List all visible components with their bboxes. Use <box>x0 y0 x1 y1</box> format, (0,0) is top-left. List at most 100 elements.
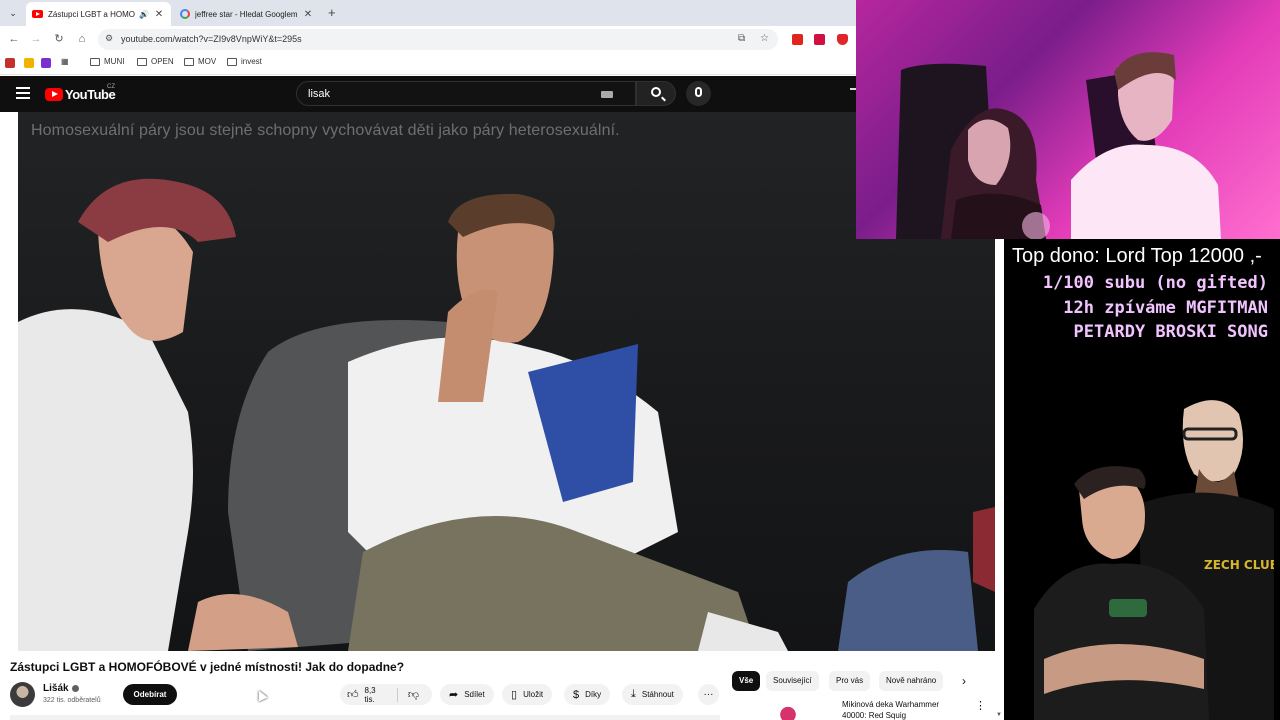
like-dislike-group: 👍︎ 8,3 tis. 👎︎ <box>340 684 432 705</box>
subscriber-count: 322 tis. odběratelů <box>43 697 101 704</box>
like-count: 8,3 tis. <box>364 685 376 704</box>
bookmark-label: MUNI <box>104 57 125 66</box>
bookmark-icon[interactable] <box>24 58 34 68</box>
chip-related[interactable]: Související <box>766 671 819 691</box>
bookmark-icon[interactable] <box>5 58 15 68</box>
country-code: CZ <box>107 84 115 90</box>
menu-icon[interactable] <box>16 87 30 99</box>
close-icon[interactable]: ✕ <box>302 9 314 20</box>
thumbs-up-icon: 👍︎ <box>347 689 359 701</box>
subscribe-button[interactable]: Odebírat <box>123 684 177 705</box>
center-person-legs <box>348 516 758 651</box>
bookmark-star-icon[interactable]: ☆ <box>760 33 769 44</box>
search-icon <box>651 87 661 97</box>
bookmark-label: invest <box>241 57 262 66</box>
bookmark-folder-invest[interactable]: invest <box>227 57 262 66</box>
bald-man-head <box>1182 400 1243 482</box>
more-actions-icon[interactable]: ··· <box>698 684 719 705</box>
bookmark-icon: ▯ <box>511 689 518 701</box>
search-button[interactable] <box>636 81 676 106</box>
tab-title: jeffree star - Hledat Googlem <box>195 9 298 19</box>
thanks-icon: $ <box>573 688 580 701</box>
shirt-logo-text: ZECH CLUB <box>1204 558 1274 572</box>
wine-glass-shape <box>1022 212 1050 239</box>
scroll-down-icon[interactable]: ▼ <box>996 712 1002 718</box>
channel-name-text[interactable]: Lišák <box>43 683 69 694</box>
share-label: Sdílet <box>464 690 485 699</box>
microphone-icon <box>695 87 702 97</box>
share-button[interactable]: ➦ Sdílet <box>440 684 494 705</box>
goal-text: 12h zpíváme MGFITMAN <box>1063 298 1268 318</box>
bookmarks-bar: ▦ MUNI OPEN MOV invest <box>0 53 856 75</box>
description-edge <box>10 715 720 720</box>
install-app-icon[interactable]: ⧉ <box>738 33 745 44</box>
verified-icon <box>71 684 79 692</box>
search-input[interactable]: lisak <box>296 81 636 106</box>
home-icon[interactable]: ⌂ <box>74 31 90 47</box>
site-info-icon[interactable]: ⚙ <box>105 33 113 44</box>
recommendation-thumbnail[interactable] <box>770 702 806 720</box>
chip-for-you[interactable]: Pro vás <box>829 671 871 691</box>
extension-icon[interactable] <box>814 34 825 45</box>
video-frame <box>18 178 995 651</box>
thanks-button[interactable]: $ Díky <box>564 684 611 705</box>
folder-icon <box>184 57 194 66</box>
folder-icon <box>137 57 147 66</box>
speaker-icon[interactable]: 🔊 <box>139 10 149 19</box>
tab-strip: ⌄ Zástupci LGBT a HOMOFÓB 🔊 ✕ jeffree st… <box>0 0 856 26</box>
shirt-badge-shape <box>1109 599 1147 617</box>
video-player[interactable]: Homosexuální páry jsou stejně schopny vy… <box>18 112 995 651</box>
chevron-right-icon[interactable]: › <box>962 674 966 688</box>
channel-name[interactable]: Lišák <box>43 683 79 694</box>
address-bar[interactable]: ⚙ youtube.com/watch?v=ZI9v8VnpWiY&t=295s… <box>98 29 778 50</box>
bookmark-icon[interactable] <box>41 58 51 68</box>
url-text[interactable]: youtube.com/watch?v=ZI9v8VnpWiY&t=295s <box>121 34 302 44</box>
new-tab-icon[interactable]: + <box>328 5 336 20</box>
shield-extension-icon[interactable] <box>837 34 848 45</box>
apps-icon[interactable]: ▦ <box>61 57 69 66</box>
extension-icon[interactable] <box>792 34 803 45</box>
stream-info-panel: Top dono: Lord Top 12000 ,- 1/100 subu (… <box>1004 239 1280 720</box>
save-button[interactable]: ▯ Uložit <box>502 684 553 705</box>
keyboard-icon[interactable] <box>601 91 613 98</box>
forward-icon[interactable]: → <box>28 31 44 47</box>
right-person-sleeve <box>973 507 995 592</box>
goal-text: PETARDY BROSKI SONG <box>1073 322 1268 342</box>
thanks-label: Díky <box>585 690 602 699</box>
chip-all[interactable]: Vše <box>732 671 761 691</box>
man-shirt <box>1071 144 1221 239</box>
back-icon[interactable]: ← <box>6 31 22 47</box>
tab-search-icon[interactable]: ⌄ <box>6 6 20 20</box>
download-button[interactable]: ⤓ Stáhnout <box>622 684 683 705</box>
google-favicon-icon <box>180 9 190 19</box>
browser-toolbar: ← → ↻ ⌂ ⚙ youtube.com/watch?v=ZI9v8VnpWi… <box>0 26 856 53</box>
youtube-logo[interactable]: YouTube <box>45 87 116 102</box>
right-person-jeans <box>838 550 978 651</box>
search-value: lisak <box>308 88 331 100</box>
recommendation-title-line: 40000: Red Squig <box>842 711 907 720</box>
bookmark-folder-muni[interactable]: MUNI <box>90 57 124 66</box>
download-icon: ⤓ <box>631 688 636 700</box>
avatar[interactable] <box>10 682 35 707</box>
chip-recently-uploaded[interactable]: Nově nahráno <box>879 671 944 691</box>
like-button[interactable]: 👍︎ 8,3 tis. <box>347 686 387 704</box>
voice-search-button[interactable] <box>686 81 711 106</box>
bookmark-label: MOV <box>198 57 217 66</box>
kebab-menu-icon[interactable]: ⋮ <box>975 699 986 712</box>
reload-icon[interactable]: ↻ <box>51 31 67 47</box>
divider <box>396 687 398 702</box>
tab-google[interactable]: jeffree star - Hledat Googlem ✕ <box>174 2 320 26</box>
dislike-button-icon[interactable]: 👎︎ <box>408 688 419 701</box>
video-caption-text: Homosexuální páry jsou stejně schopny vy… <box>31 122 620 139</box>
tab-youtube[interactable]: Zástupci LGBT a HOMOFÓB 🔊 ✕ <box>26 2 171 26</box>
webcam-overlay <box>856 0 1280 239</box>
webcam-frame <box>896 52 1221 239</box>
youtube-header: YouTube CZ lisak <box>0 76 856 112</box>
bookmark-folder-mov[interactable]: MOV <box>184 57 216 66</box>
scrollbar-track[interactable] <box>995 651 1004 720</box>
close-icon[interactable]: ✕ <box>153 9 165 20</box>
recommendation-title[interactable]: Mikinová deka Warhammer 40000: Red Squig <box>842 699 962 720</box>
bookmark-folder-open[interactable]: OPEN <box>137 57 174 66</box>
promo-image: ZECH CLUB <box>1034 400 1274 720</box>
folder-icon <box>227 57 237 66</box>
